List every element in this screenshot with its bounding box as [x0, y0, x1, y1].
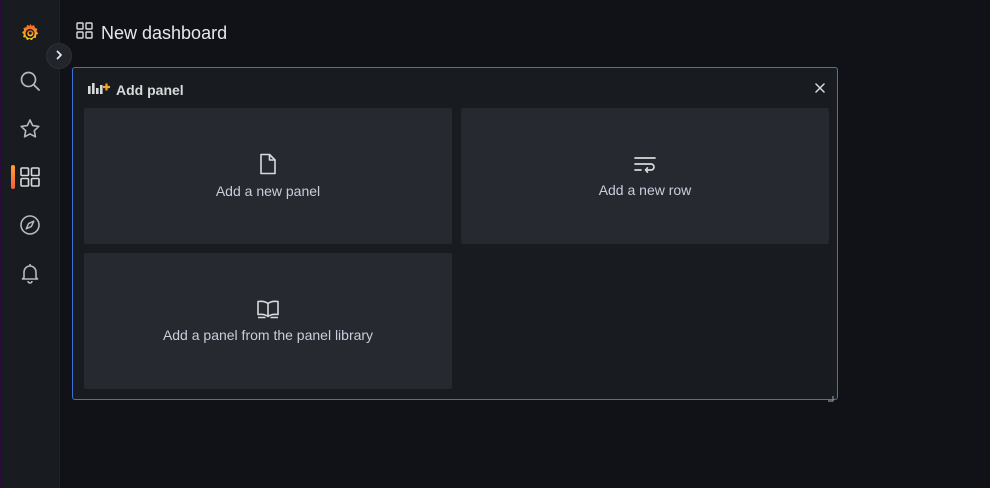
page-title[interactable]: New dashboard [101, 23, 227, 44]
card-label: Add a new panel [215, 183, 321, 199]
star-icon[interactable] [17, 116, 43, 142]
add-panel-chart-icon [87, 81, 111, 100]
wrap-text-icon [634, 154, 656, 179]
add-panel-widget: Add panel Add a new panel Add a new row … [72, 67, 838, 402]
file-icon [259, 153, 277, 180]
chevron-right-icon [54, 47, 64, 65]
panel-title: Add panel [116, 82, 184, 98]
search-icon[interactable] [17, 68, 43, 94]
close-button[interactable] [812, 81, 828, 97]
page-header: New dashboard [76, 20, 227, 46]
add-new-panel-button[interactable]: Add a new panel [84, 108, 452, 244]
resize-handle[interactable] [827, 389, 834, 402]
book-open-icon [256, 299, 280, 324]
sidemenu [2, 0, 60, 488]
card-label: Add a new row [598, 182, 692, 198]
card-label: Add a panel from the panel library [162, 327, 374, 343]
bell-icon[interactable] [17, 260, 43, 286]
active-indicator [11, 165, 15, 189]
add-new-row-button[interactable]: Add a new row [461, 108, 829, 244]
compass-icon[interactable] [17, 212, 43, 238]
close-icon [815, 80, 825, 98]
panel-header: Add panel [87, 81, 184, 99]
apps-icon [76, 22, 93, 44]
apps-icon[interactable] [17, 164, 43, 190]
grafana-logo-icon[interactable] [17, 20, 43, 46]
expand-menu-button[interactable] [46, 43, 72, 69]
add-panel-from-library-button[interactable]: Add a panel from the panel library [84, 253, 452, 389]
